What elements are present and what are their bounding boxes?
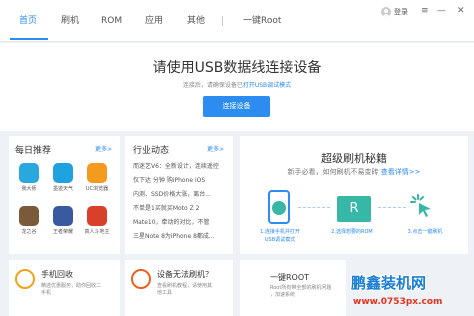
- app-icon: [53, 163, 73, 183]
- user-icon[interactable]: [381, 7, 391, 17]
- app-icon: [19, 206, 39, 226]
- app-name: 王者荣耀: [52, 229, 73, 235]
- one-click-root-desc-line2: ，加速系统: [270, 292, 296, 298]
- cannot-flash-desc-line2: 他工具: [157, 290, 173, 296]
- connect-device-button[interactable]: 连接设备: [203, 96, 270, 117]
- phone-recycle-desc-line1: 精选优惠服务，助你回收二: [41, 283, 102, 289]
- minimize-icon[interactable]: —: [437, 5, 446, 17]
- tab-home[interactable]: 首页: [19, 15, 37, 28]
- app-item[interactable]: UC浏览器: [82, 163, 112, 192]
- tab-apps[interactable]: 应用: [145, 15, 163, 28]
- one-click-root-desc-line1: Root所有带全部的刷机问题: [270, 285, 332, 291]
- phone-icon: [268, 190, 290, 224]
- login-button[interactable]: 登录: [394, 7, 408, 17]
- cannot-flash-desc: 查看刷机教程，请使用其 他工具: [157, 283, 212, 297]
- app-icon: [19, 163, 39, 183]
- phone-recycle-title: 手机回收: [41, 270, 73, 279]
- connect-hint-text: 连接后，请确保设备已: [182, 82, 243, 89]
- flash-guide-subtitle: 新手必看，如何刷机不易变砖 查看详情>>: [242, 167, 466, 177]
- step-arrow: [378, 207, 406, 208]
- phone-recycle-card[interactable]: 手机回收 精选优惠服务，助你回收二 手机: [9, 260, 120, 316]
- cannot-flash-title: 设备无法刷机？: [157, 270, 213, 279]
- view-details-link[interactable]: 查看详情>>: [381, 168, 421, 176]
- usb-debug-link[interactable]: 打开USB调试模式: [243, 82, 291, 89]
- one-click-root-desc: Root所有带全部的刷机问题 ，加速系统: [270, 285, 331, 299]
- app-icon: [87, 206, 107, 226]
- news-item[interactable]: 不单是1买就买Moto Z 2: [133, 203, 225, 212]
- one-click-root-card[interactable]: 一键ROOT Root所有带全部的刷机问题 ，加速系统: [240, 260, 346, 316]
- click-pointer-icon: [410, 194, 431, 217]
- watermark-text: 鹏鑫装机网: [351, 274, 427, 292]
- flash-step-2: 2.选择想要的ROM: [320, 228, 384, 236]
- industry-more-link[interactable]: 更多>: [207, 144, 224, 153]
- app-name: 墨迹天气: [52, 186, 73, 192]
- news-item[interactable]: 三星Note 8为iPhone 8都成...: [133, 231, 225, 240]
- step-arrow: [298, 207, 330, 208]
- step-1-line2: USB调试模式: [264, 237, 296, 243]
- app-icon: [87, 163, 107, 183]
- flash-guide-title: 超级刷机秘籍: [321, 152, 387, 165]
- step-3-line1: 3.点击一键刷机: [407, 229, 443, 235]
- daily-recommend-title: 每日推荐: [15, 146, 52, 156]
- app-name: 我大师: [21, 186, 37, 192]
- phone-recycle-desc: 精选优惠服务，助你回收二 手机: [41, 283, 101, 297]
- flash-guide-hint: 新手必看，如何刷机不易变砖: [287, 168, 379, 176]
- phone-recycle-icon: [15, 269, 35, 289]
- rom-icon: R: [337, 196, 371, 222]
- tab-other[interactable]: 其他: [187, 15, 205, 28]
- app-name: 龙之谷: [21, 229, 37, 235]
- tab-one-click-root[interactable]: 一键Root: [243, 15, 281, 28]
- app-name: UC浏览器: [85, 186, 109, 192]
- news-item[interactable]: 内测、SSD价格大涨，离台...: [133, 189, 225, 198]
- tab-flash[interactable]: 刷机: [61, 15, 79, 28]
- news-item[interactable]: 而迷艺V6：全新设计，连续遥控: [133, 161, 225, 170]
- daily-more-link[interactable]: 更多>: [95, 144, 112, 153]
- app-icon: [53, 206, 73, 226]
- warning-icon: [131, 269, 151, 289]
- daily-recommend-card: 每日推荐 更多> 我大师 墨迹天气 UC浏览器 龙之谷 王者荣耀 真人斗地主: [9, 136, 120, 254]
- app-item[interactable]: 真人斗地主: [82, 206, 112, 235]
- app-name: 真人斗地主: [84, 229, 110, 235]
- connect-device-panel: 请使用USB数据线连接设备 连接后，请确保设备已打开USB调试模式 连接设备: [0, 43, 474, 131]
- industry-news-title: 行业动态: [133, 146, 170, 156]
- tab-rom[interactable]: ROM: [101, 15, 122, 28]
- step-1-line1: 1.连接手机并打开: [260, 229, 300, 235]
- app-item[interactable]: 龙之谷: [14, 206, 44, 235]
- news-item[interactable]: 仅下达 分钟 购iPhone iOS: [133, 175, 225, 184]
- phone-recycle-desc-line2: 手机: [41, 290, 52, 296]
- flash-step-1: 1.连接手机并打开 USB调试模式: [250, 228, 310, 244]
- step-2-line1: 2.选择想要的ROM: [331, 229, 373, 235]
- nav-divider: [222, 16, 223, 26]
- top-nav-bar: 首页 刷机 ROM 应用 其他 一键Root 登录 ≡ — ✕: [0, 0, 474, 42]
- news-item[interactable]: Mate10，牵动的对比，不管: [133, 217, 225, 226]
- industry-news-card: 行业动态 更多> 而迷艺V6：全新设计，连续遥控 仅下达 分钟 购iPhone …: [125, 136, 233, 254]
- flash-step-3: 3.点击一键刷机: [395, 228, 455, 236]
- active-tab-indicator: [10, 38, 48, 40]
- app-item[interactable]: 墨迹天气: [48, 163, 78, 192]
- one-click-root-title: 一键ROOT: [270, 273, 310, 282]
- close-icon[interactable]: ✕: [457, 5, 465, 17]
- cannot-flash-card[interactable]: 设备无法刷机？ 查看刷机教程，请使用其 他工具: [125, 260, 233, 316]
- app-item[interactable]: 我大师: [14, 163, 44, 192]
- watermark-url: www.0753px.com: [353, 297, 443, 307]
- connect-title: 请使用USB数据线连接设备: [152, 60, 322, 76]
- usb-badge-icon: [272, 201, 286, 215]
- connect-subtitle: 连接后，请确保设备已打开USB调试模式: [0, 80, 474, 89]
- cannot-flash-desc-line1: 查看刷机教程，请使用其: [157, 283, 213, 289]
- menu-icon[interactable]: ≡: [421, 5, 429, 17]
- app-item[interactable]: 王者荣耀: [48, 206, 78, 235]
- site-watermark: 鹏鑫装机网 www.0753px.com: [351, 272, 469, 314]
